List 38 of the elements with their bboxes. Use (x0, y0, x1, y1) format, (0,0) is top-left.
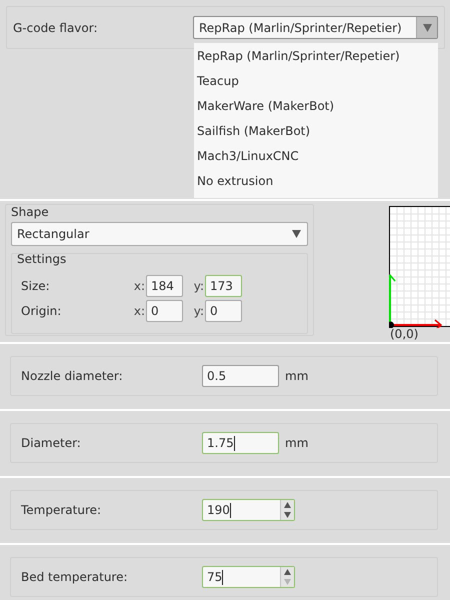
dropdown-option[interactable]: No extrusion (194, 169, 438, 194)
unit-label: mm (285, 436, 308, 450)
spin-box[interactable]: 190 (202, 499, 295, 521)
origin-label: (0,0) (390, 327, 418, 341)
input-field[interactable]: 0 (146, 300, 183, 322)
field-label: Bed temperature: (21, 570, 129, 584)
dropdown-arrow-icon (292, 230, 301, 238)
shape-dropdown[interactable]: Rectangular (11, 222, 308, 246)
setting-label: Origin: (21, 304, 62, 318)
flavor-dropdown[interactable]: RepRap (Marlin/Sprinter/Repetier) (193, 16, 438, 39)
input-field[interactable]: 0.5 (202, 365, 279, 387)
axis-label: x: (132, 278, 145, 292)
axis-label: y: (192, 304, 204, 318)
spin-box[interactable]: 75 (202, 566, 295, 588)
shape-title: Shape (11, 205, 49, 219)
input-field[interactable]: 1.75 (202, 432, 279, 454)
down-arrow-icon (284, 579, 291, 585)
setting-label: Size: (21, 278, 51, 292)
up-arrow-icon (284, 502, 291, 508)
dropdown-option[interactable]: RepRap (Marlin/Sprinter/Repetier) (194, 44, 438, 69)
unit-label: mm (285, 369, 308, 383)
axis-label: x: (132, 304, 145, 318)
input-field[interactable]: 184 (146, 274, 183, 296)
flavor-label: G-code flavor: (13, 20, 98, 34)
dropdown-option[interactable]: Sailfish (MakerBot) (194, 119, 438, 144)
dropdown-option[interactable]: Teacup (194, 69, 438, 94)
dropdown-arrow-icon (422, 24, 432, 32)
input-field[interactable]: 173 (205, 274, 242, 296)
dropdown-option[interactable]: Mach3/LinuxCNC (194, 144, 438, 169)
field-label: Nozzle diameter: (21, 369, 124, 383)
dropdown-option[interactable]: MakerWare (MakerBot) (194, 94, 438, 119)
up-arrow-icon (284, 569, 291, 575)
axis-label: y: (192, 278, 204, 292)
field-label: Diameter: (21, 436, 82, 450)
settings-title: Settings (17, 252, 66, 266)
down-arrow-icon (284, 512, 291, 518)
input-field[interactable]: 0 (205, 300, 242, 322)
field-label: Temperature: (21, 503, 102, 517)
